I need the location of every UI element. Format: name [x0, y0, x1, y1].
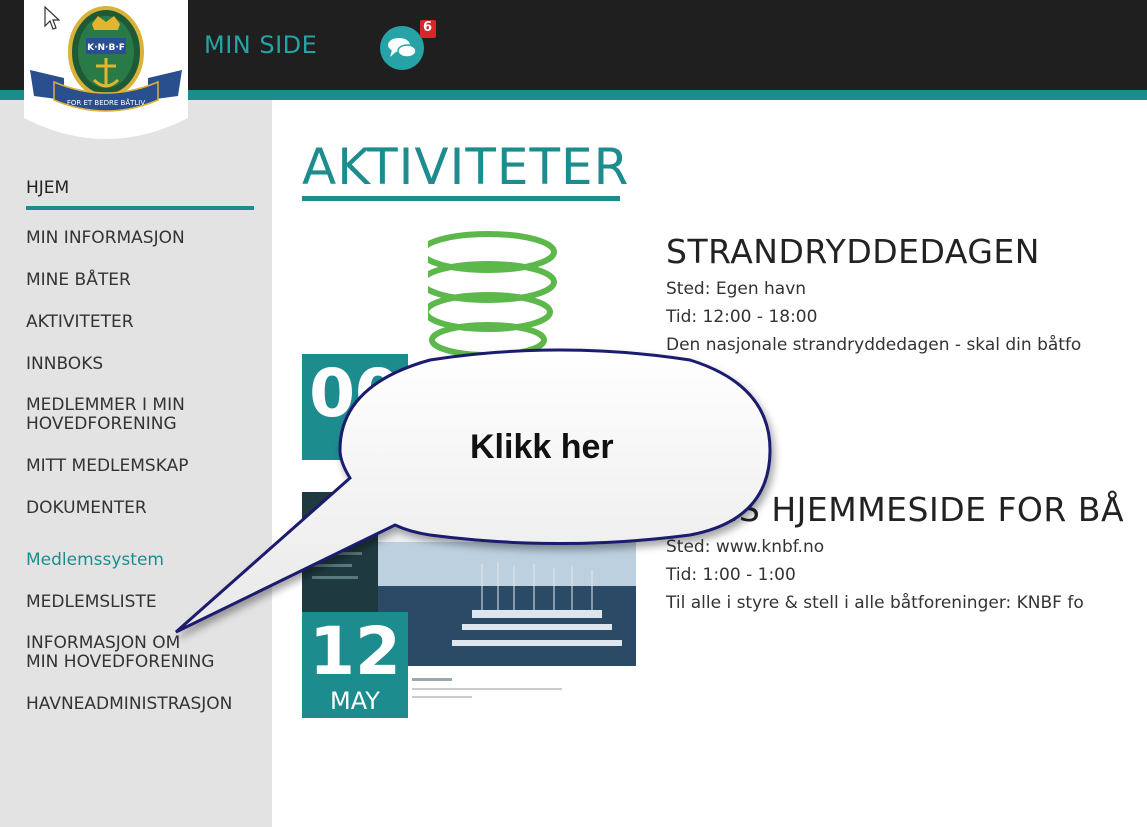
event-date-badge: 12 MAY: [302, 612, 408, 718]
event-description: Til alle i styre & stell i alle båtforen…: [666, 593, 1084, 613]
event-description: Den nasjonale strandryddedagen - skal di…: [666, 335, 1082, 355]
min-side-link[interactable]: MIN SIDE: [204, 31, 317, 59]
sidebar-item-medlemmer-i-min-hovedforening[interactable]: MEDLEMMER I MIN HOVEDFORENING: [26, 396, 266, 434]
sidebar-item-label-line1: MEDLEMMER I MIN: [26, 395, 185, 415]
sidebar-item-label-line2: HOVEDFORENING: [26, 414, 177, 434]
sidebar-nav: HJEM MIN INFORMASJON MINE BÅTER AKTIVITE…: [26, 178, 266, 736]
svg-text:FOR ET BEDRE BÅTLIV: FOR ET BEDRE BÅTLIV: [67, 98, 146, 107]
sidebar-item-mine-bater[interactable]: MINE BÅTER: [26, 270, 266, 290]
sidebar-item-dokumenter[interactable]: DOKUMENTER: [26, 498, 266, 518]
title-underline: [302, 196, 620, 201]
event-time: Tid: 12:00 - 18:00: [666, 307, 818, 327]
callout-text: Klikk her: [470, 428, 614, 466]
notification-count: 6: [423, 20, 433, 35]
sidebar-item-mitt-medlemskap[interactable]: MITT MEDLEMSKAP: [26, 456, 266, 476]
event-date-month: M: [344, 429, 366, 457]
event-date-month: MAY: [330, 687, 380, 715]
mouse-cursor-icon: [44, 5, 61, 36]
sidebar-item-aktiviteter[interactable]: AKTIVITETER: [26, 312, 266, 332]
sidebar-item-havneadministrasjon[interactable]: HAVNEADMINISTRASJON: [26, 694, 266, 714]
sidebar-item-label-line2: MIN HOVEDFORENING: [26, 652, 215, 672]
sidebar-item-innboks[interactable]: INNBOKS: [26, 354, 266, 374]
event-date-day: 00: [309, 355, 401, 432]
sidebar-item-medlemsliste[interactable]: MEDLEMSLISTE: [26, 592, 266, 612]
event-place: Sted: www.knbf.no: [666, 537, 825, 557]
event-place: Sted: Egen havn: [666, 279, 807, 299]
sidebar-section-medlemssystem: Medlemssystem: [26, 550, 164, 570]
event-date-day: 12: [309, 613, 401, 690]
sidebar-item-min-informasjon[interactable]: MIN INFORMASJON: [26, 228, 266, 248]
messages-button[interactable]: 6: [378, 20, 436, 72]
svg-text:K·N·B·F: K·N·B·F: [87, 43, 125, 53]
event-date-badge: 00 M: [302, 354, 408, 460]
sidebar-item-hjem[interactable]: HJEM: [26, 178, 254, 210]
page-title: AKTIVITETER: [302, 138, 630, 196]
sidebar-item-label-line1: INFORMASJON OM: [26, 633, 181, 653]
sidebar-item-informasjon-om-min-hovedforening[interactable]: INFORMASJON OM MIN HOVEDFORENING: [26, 634, 266, 672]
event-title[interactable]: STRANDRYDDEDAGEN: [666, 232, 1040, 271]
event-time: Tid: 1:00 - 1:00: [666, 565, 796, 585]
event-title[interactable]: TIS HJEMMESIDE FOR BÅ: [708, 490, 1124, 529]
event-image-strandrydding[interactable]: [408, 230, 558, 360]
